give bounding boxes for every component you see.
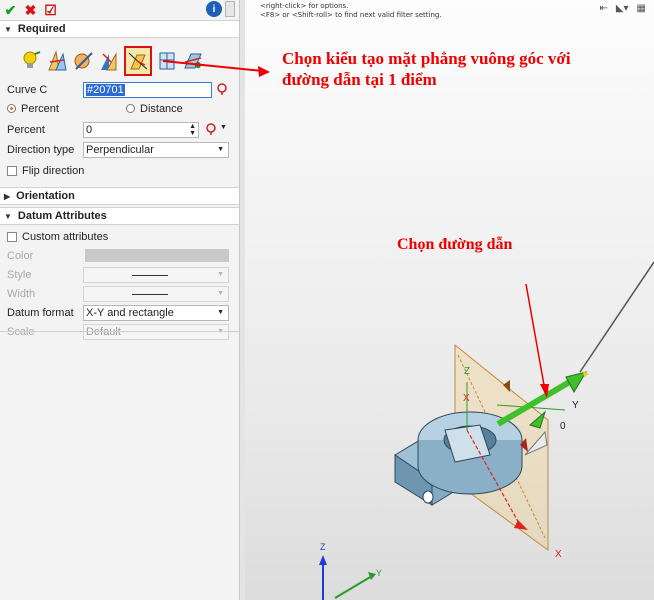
triad-label-z: Z [320, 542, 326, 552]
view-triad [319, 555, 376, 600]
path-annotation-arrow [525, 283, 545, 386]
path-annotation: Chọn đường dẫn [397, 236, 513, 253]
axis-label-z: Z [464, 366, 471, 377]
method-annotation-line-1: Chọn kiểu tạo mặt phẳng vuông góc với [282, 49, 571, 68]
axis-label-y: Y [572, 400, 579, 411]
triad-label-y: Y [376, 568, 383, 578]
axis-value-zero: 0 [560, 421, 566, 432]
axis-label-x-lower: X [555, 549, 562, 560]
path-curve [579, 261, 654, 373]
method-annotation: Chọn kiểu tạo mặt phẳng vuông góc với đư… [282, 48, 571, 90]
axis-label-x: X [463, 393, 470, 404]
method-annotation-line-2: đường dẫn tại 1 điểm [282, 70, 437, 89]
method-annotation-arrow [162, 60, 264, 72]
model-scene [162, 60, 654, 600]
